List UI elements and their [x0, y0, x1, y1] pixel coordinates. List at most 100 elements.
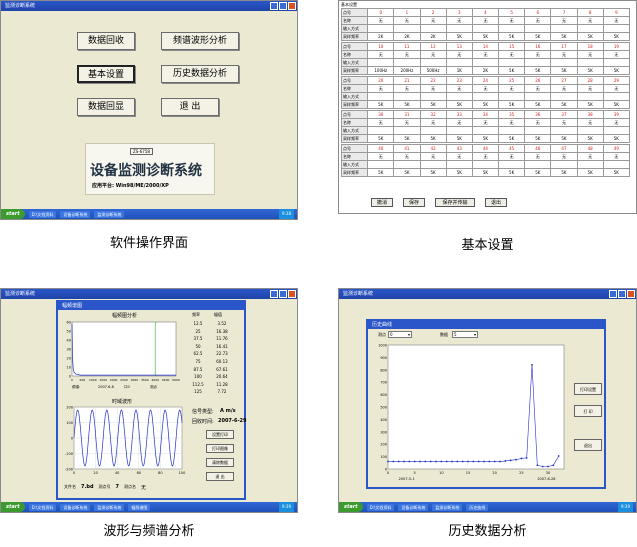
- table-cell[interactable]: 5K: [550, 168, 578, 177]
- table-cell[interactable]: 无: [393, 152, 421, 161]
- table-cell[interactable]: 5K: [550, 32, 578, 41]
- table-cell[interactable]: 5K: [445, 32, 473, 41]
- start-button[interactable]: start: [1, 209, 25, 219]
- table-cell[interactable]: 5K: [367, 168, 395, 177]
- table-cell[interactable]: 5K: [471, 134, 500, 143]
- table-cell[interactable]: 5K: [602, 66, 631, 75]
- minimize-button[interactable]: [270, 2, 278, 10]
- table-cell[interactable]: [471, 24, 500, 33]
- maximize-button[interactable]: [279, 2, 287, 10]
- table-cell[interactable]: [419, 126, 447, 135]
- table-cell[interactable]: 5K: [393, 134, 421, 143]
- print-image-button[interactable]: 打印图像: [206, 444, 234, 453]
- table-cell[interactable]: 无: [393, 118, 421, 127]
- close-button[interactable]: [627, 290, 635, 298]
- table-cell[interactable]: 5K: [524, 134, 552, 143]
- save-download-button[interactable]: 保存并传输: [435, 198, 475, 207]
- print-setup-button[interactable]: 设置打印: [206, 430, 234, 439]
- minimize-button[interactable]: [270, 290, 278, 298]
- save-button[interactable]: 保存: [403, 198, 425, 207]
- table-cell[interactable]: 5K: [419, 134, 447, 143]
- table-cell[interactable]: 无: [445, 152, 473, 161]
- table-cell[interactable]: 5K: [471, 32, 500, 41]
- table-cell[interactable]: 无: [576, 118, 604, 127]
- table-cell[interactable]: 5K: [524, 100, 552, 109]
- table-cell[interactable]: 无: [367, 152, 395, 161]
- table-cell[interactable]: 5K: [576, 100, 604, 109]
- table-cell[interactable]: 无: [471, 84, 500, 93]
- table-cell[interactable]: 5K: [498, 32, 526, 41]
- table-cell[interactable]: 无: [393, 50, 421, 59]
- table-cell[interactable]: 5K: [498, 100, 526, 109]
- table-cell[interactable]: [367, 92, 395, 101]
- table-cell[interactable]: 无: [550, 152, 578, 161]
- table-cell[interactable]: [602, 160, 631, 169]
- clear-data-button[interactable]: 清除数据: [206, 458, 234, 467]
- table-cell[interactable]: [471, 126, 500, 135]
- table-cell[interactable]: [445, 160, 473, 169]
- table-cell[interactable]: 5K: [393, 168, 421, 177]
- table-cell[interactable]: 无: [367, 50, 395, 59]
- table-cell[interactable]: [419, 24, 447, 33]
- table-cell[interactable]: 无: [445, 50, 473, 59]
- table-cell[interactable]: 无: [419, 16, 447, 25]
- table-cell[interactable]: 200Hz: [393, 66, 421, 75]
- exit-button[interactable]: 退出: [574, 439, 602, 451]
- table-cell[interactable]: 2K: [393, 32, 421, 41]
- table-cell[interactable]: [524, 92, 552, 101]
- table-cell[interactable]: [524, 126, 552, 135]
- taskbar-item[interactable]: 设备诊断系统: [398, 503, 429, 511]
- table-cell[interactable]: 5K: [419, 100, 447, 109]
- taskbar-item[interactable]: 监测诊断系统: [432, 503, 463, 511]
- table-cell[interactable]: 5K: [367, 100, 395, 109]
- table-cell[interactable]: 100Hz: [367, 66, 395, 75]
- table-cell[interactable]: 2K: [471, 66, 500, 75]
- table-cell[interactable]: 5K: [524, 66, 552, 75]
- table-cell[interactable]: 无: [550, 16, 578, 25]
- maximize-button[interactable]: [279, 290, 287, 298]
- table-cell[interactable]: 无: [419, 118, 447, 127]
- table-cell[interactable]: 无: [576, 84, 604, 93]
- taskbar-item[interactable]: 监测诊断系统: [94, 503, 125, 511]
- table-cell[interactable]: 5K: [602, 134, 631, 143]
- spectrum-analysis-button[interactable]: 频谱波形分析: [161, 32, 239, 50]
- table-cell[interactable]: [602, 126, 631, 135]
- table-cell[interactable]: 无: [471, 16, 500, 25]
- table-cell[interactable]: 无: [367, 16, 395, 25]
- table-cell[interactable]: [498, 160, 526, 169]
- taskbar-item[interactable]: 监测诊断系统: [94, 210, 125, 218]
- table-cell[interactable]: [576, 160, 604, 169]
- exit-button[interactable]: 退出: [485, 198, 507, 207]
- table-cell[interactable]: 5K: [419, 168, 447, 177]
- table-cell[interactable]: 无: [498, 118, 526, 127]
- table-cell[interactable]: 无: [602, 50, 631, 59]
- minimize-button[interactable]: [609, 290, 617, 298]
- table-cell[interactable]: 5K: [471, 100, 500, 109]
- table-cell[interactable]: 5K: [576, 134, 604, 143]
- table-cell[interactable]: 5K: [471, 168, 500, 177]
- table-cell[interactable]: [419, 160, 447, 169]
- maximize-button[interactable]: [618, 290, 626, 298]
- table-cell[interactable]: [419, 92, 447, 101]
- table-cell[interactable]: [393, 92, 421, 101]
- data-recovery-button[interactable]: 数据回收: [77, 32, 135, 50]
- table-cell[interactable]: 无: [524, 16, 552, 25]
- table-cell[interactable]: 无: [367, 84, 395, 93]
- start-button[interactable]: start: [339, 502, 363, 512]
- table-cell[interactable]: 无: [550, 50, 578, 59]
- table-cell[interactable]: 2K: [367, 32, 395, 41]
- table-cell[interactable]: [471, 92, 500, 101]
- table-cell[interactable]: 5K: [602, 100, 631, 109]
- table-cell[interactable]: [498, 58, 526, 67]
- table-cell[interactable]: 无: [602, 16, 631, 25]
- table-cell[interactable]: [524, 160, 552, 169]
- table-cell[interactable]: [367, 126, 395, 135]
- table-cell[interactable]: 5K: [445, 168, 473, 177]
- close-button[interactable]: [288, 2, 296, 10]
- table-cell[interactable]: [471, 58, 500, 67]
- table-cell[interactable]: [550, 58, 578, 67]
- taskbar-item[interactable]: 幅频谱图: [128, 503, 151, 511]
- table-cell[interactable]: 无: [602, 118, 631, 127]
- table-cell[interactable]: [550, 92, 578, 101]
- table-cell[interactable]: [498, 24, 526, 33]
